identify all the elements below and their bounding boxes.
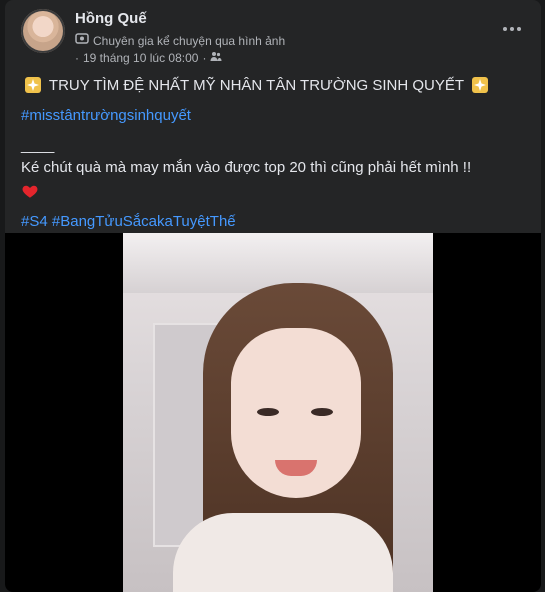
friends-privacy-icon[interactable] [210, 50, 222, 65]
post-time[interactable]: 19 tháng 10 lúc 08:00 [83, 51, 198, 65]
badge-label: Chuyên gia kể chuyện qua hình ảnh [93, 33, 286, 48]
video-player[interactable] [5, 233, 541, 592]
person-clothing [173, 513, 393, 592]
sparkle-icon [471, 77, 488, 93]
post-title: TRUY TÌM ĐỆ NHẤT MỸ NHÂN TÂN TRƯỜNG SINH… [48, 77, 464, 94]
expert-badge-icon [75, 33, 89, 48]
feed-post: Hồng Quế Chuyên gia kể chuyện qua hình ả… [5, 0, 541, 592]
post-header: Hồng Quế Chuyên gia kể chuyện qua hình ả… [5, 0, 541, 65]
person-face [231, 328, 361, 498]
post-content: TRUY TÌM ĐỆ NHẤT MỸ NHÂN TÂN TRƯỜNG SINH… [21, 75, 521, 241]
hashtag-link[interactable]: #S4 [21, 213, 48, 230]
more-options-icon [503, 27, 521, 31]
heart-icon [22, 185, 38, 198]
post-meta: · 19 tháng 10 lúc 08:00 · [75, 50, 222, 65]
person-eye [311, 408, 333, 416]
post-body: Ké chút quà mà may mắn vào được top 20 t… [21, 159, 472, 176]
more-options-button[interactable] [497, 17, 527, 41]
person-smile [275, 460, 317, 476]
video-frame[interactable] [123, 233, 433, 592]
person-eye [257, 408, 279, 416]
meta-separator: · [202, 50, 207, 65]
post-title-line: TRUY TÌM ĐỆ NHẤT MỸ NHÂN TÂN TRƯỜNG SINH… [21, 75, 521, 97]
author-name[interactable]: Hồng Quế [75, 10, 147, 27]
hashtag-link[interactable]: #misstântrườngsinhquyết [21, 107, 191, 124]
author-avatar[interactable] [21, 9, 65, 53]
author-badge: Chuyên gia kể chuyện qua hình ảnh [75, 33, 285, 48]
divider-text: ____ [21, 137, 55, 154]
meta-separator: · [75, 50, 79, 65]
sparkle-icon [25, 77, 41, 93]
hashtag-link[interactable]: #BangTửuSắcakaTuyệtThế [52, 213, 236, 230]
